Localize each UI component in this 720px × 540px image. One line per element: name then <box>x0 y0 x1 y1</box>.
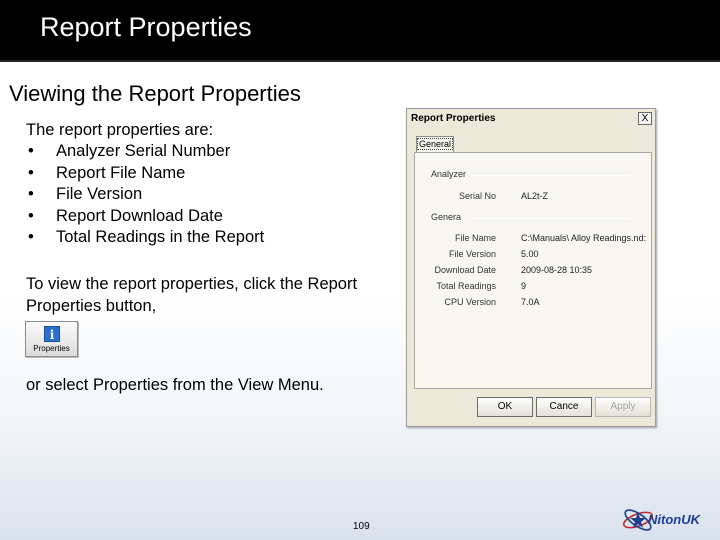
tab-general[interactable]: General <box>416 136 454 153</box>
apply-button[interactable]: Apply <box>595 397 651 417</box>
list-item-label: Analyzer Serial Number <box>56 142 231 160</box>
view-menu-instruction-text: or select Properties from the View Menu. <box>26 376 324 394</box>
general-panel: Analyzer Serial No AL2t-Z Genera File Na… <box>414 152 652 389</box>
list-item-label: Report Download Date <box>56 206 223 225</box>
file-name-label: File Name <box>454 233 496 243</box>
total-readings-label: Total Readings <box>436 281 496 291</box>
analyzer-group-label: Analyzer <box>431 169 467 179</box>
report-properties-dialog: Report Properties X General Analyzer Ser… <box>406 108 656 427</box>
tab-general-label: General <box>417 138 454 150</box>
general-group-label: Genera <box>431 212 462 222</box>
bullet-marker: • <box>28 142 34 160</box>
bullet-marker: • <box>28 163 34 182</box>
serial-label: Serial No <box>458 191 496 201</box>
slide-subtitle: Viewing the Report Properties <box>9 81 301 106</box>
report-properties-button[interactable]: i Properties <box>25 321 78 357</box>
bullet-marker: • <box>28 206 34 225</box>
click-instruction-text: To view the report properties, click the… <box>26 275 358 315</box>
cancel-button[interactable]: Cance <box>536 397 592 417</box>
slide-title: Report Properties <box>40 12 252 42</box>
file-name-value: C:\Manuals\ Alloy Readings.nd: <box>521 233 647 243</box>
cpu-version-value: 7.0A <box>521 297 540 307</box>
serial-value: AL2t-Z <box>521 191 549 201</box>
download-date-value: 2009-08-28 10:35 <box>521 265 593 275</box>
list-item: • File Version <box>26 184 264 206</box>
file-version-value: 5.00 <box>521 249 539 259</box>
close-icon: X <box>641 113 649 124</box>
info-icon: i <box>44 326 60 342</box>
list-item: • Report Download Date <box>26 206 264 228</box>
cpu-version-label: CPU Version <box>444 297 496 307</box>
list-item: • Total Readings in the Report <box>26 227 264 249</box>
intro-text: The report properties are: <box>26 121 214 139</box>
bullet-marker: • <box>28 228 34 246</box>
properties-button-label: Properties <box>33 344 70 353</box>
list-item: • Report File Name <box>26 163 264 185</box>
properties-list: • Analyzer Serial Number • Report File Nam… <box>26 141 264 249</box>
list-item: • Analyzer Serial Number <box>26 141 264 163</box>
total-readings-value: 9 <box>521 281 527 291</box>
list-item-label: Total Readings in the Report <box>56 228 265 246</box>
list-item-label: Report File Name <box>56 163 186 182</box>
list-item-label: File Version <box>56 185 143 203</box>
niton-uk-logo: NitonUK <box>620 500 716 536</box>
download-date-label: Download Date <box>434 265 496 275</box>
logo-text: NitonUK <box>648 512 700 527</box>
slide-title-bar: Report Properties <box>0 0 720 62</box>
group-divider <box>471 218 631 219</box>
file-version-label: File Version <box>448 249 496 259</box>
dialog-title: Report Properties <box>411 113 496 124</box>
page-number: 109 <box>353 521 370 532</box>
group-divider <box>471 175 631 176</box>
bullet-marker: • <box>28 185 34 203</box>
ok-button[interactable]: OK <box>477 397 533 417</box>
close-button[interactable]: X <box>638 112 652 125</box>
